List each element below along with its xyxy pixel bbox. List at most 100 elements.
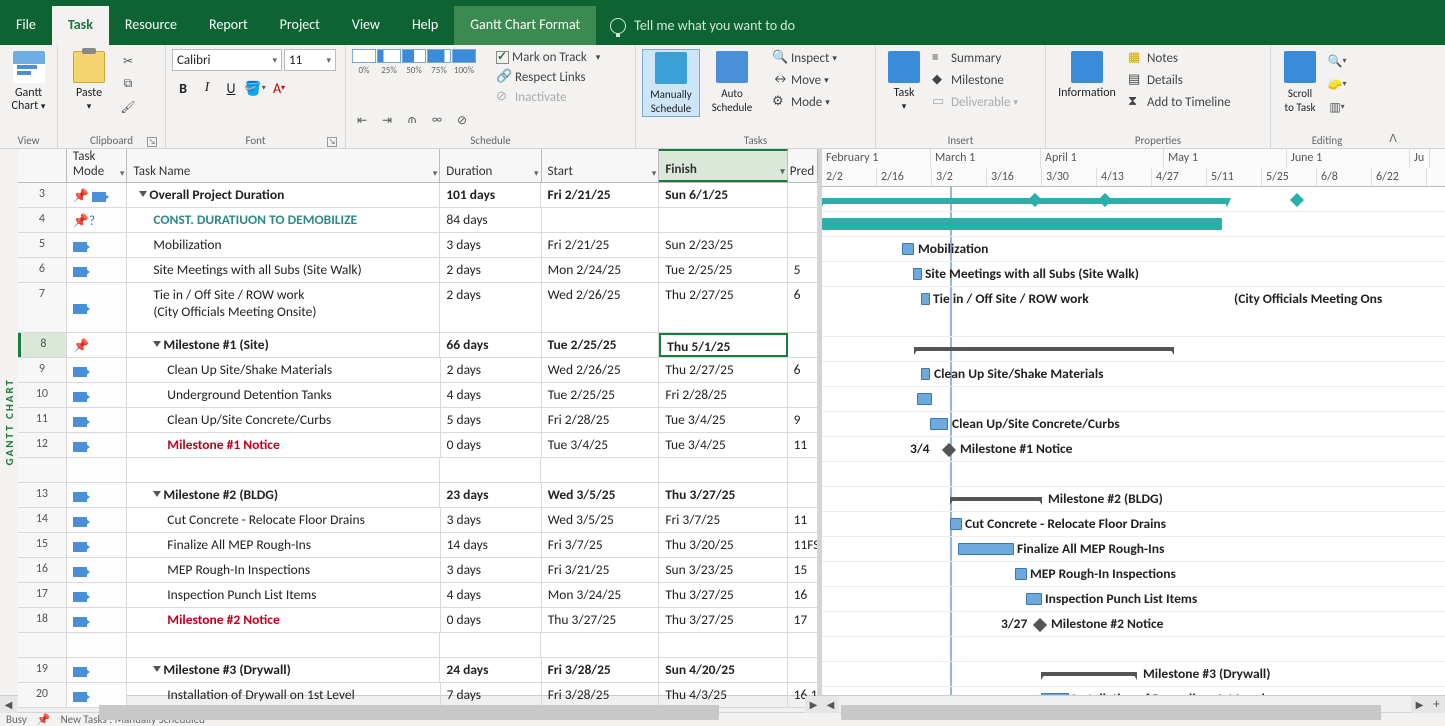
link-tasks-button[interactable]: ∞ xyxy=(427,110,447,130)
manually-schedule-button[interactable]: Manually Schedule xyxy=(642,49,700,117)
gantt-chart-button[interactable]: Gantt Chart ▾ xyxy=(6,49,51,113)
gantt-bar[interactable] xyxy=(1041,672,1137,676)
task-grid[interactable]: Task Mode▾ Task Name▾ Duration▾ Start▾ F… xyxy=(18,149,822,695)
tab-task[interactable]: Task xyxy=(52,6,109,45)
summary-button[interactable]: ≡Summary xyxy=(930,49,1020,67)
notes-button[interactable]: ▦Notes xyxy=(1126,49,1233,67)
col-start[interactable]: Start▾ xyxy=(542,149,660,182)
pct-100%[interactable]: 100% xyxy=(452,49,476,106)
col-mode[interactable]: Task Mode▾ xyxy=(67,149,128,182)
table-row[interactable] xyxy=(18,633,818,658)
italic-button[interactable]: I xyxy=(196,77,218,99)
gantt-timeline[interactable]: February 1March 1April 1May 1June 1Ju 2/… xyxy=(822,149,1445,695)
clear-button[interactable]: 🧽▾ xyxy=(1327,74,1347,94)
gantt-bar[interactable] xyxy=(917,393,932,405)
gantt-bar[interactable] xyxy=(914,347,1174,351)
table-row[interactable]: 3 📌 Overall Project Duration 101 days Fr… xyxy=(18,183,818,208)
pct-75%[interactable]: 75% xyxy=(427,49,451,106)
unlink-button[interactable]: ⊘ xyxy=(452,110,472,130)
scroll-left[interactable]: ◀ xyxy=(0,696,17,713)
table-row[interactable]: 15 Finalize All MEP Rough-Ins 14 days Fr… xyxy=(18,533,818,558)
gantt-bar[interactable] xyxy=(950,497,1042,501)
split-button[interactable]: ⫙ xyxy=(402,110,422,130)
table-row[interactable]: 12 Milestone #1 Notice 0 days Tue 3/4/25… xyxy=(18,433,818,458)
tab-project[interactable]: Project xyxy=(264,6,336,45)
table-row[interactable]: 11 Clean Up/Site Concrete/Curbs 5 days F… xyxy=(18,408,818,433)
mark-on-track-button[interactable]: Mark on Track ▾ xyxy=(494,49,602,66)
table-row[interactable]: 5 Mobilization 3 days Fri 2/21/25 Sun 2/… xyxy=(18,233,818,258)
scroll-left-2[interactable]: ◀ xyxy=(822,696,839,713)
find-button[interactable]: 🔍▾ xyxy=(1327,51,1347,71)
auto-schedule-button[interactable]: Auto Schedule xyxy=(704,49,760,115)
bold-button[interactable]: B xyxy=(172,77,194,99)
tab-gantt-chart-format[interactable]: Gantt Chart Format xyxy=(454,6,596,45)
table-row[interactable]: 17 Inspection Punch List Items 4 days Mo… xyxy=(18,583,818,608)
scroll-to-task-button[interactable]: Scroll to Task xyxy=(1277,49,1323,115)
information-button[interactable]: Information xyxy=(1052,49,1122,100)
gantt-bar[interactable] xyxy=(1015,568,1027,580)
col-name[interactable]: Task Name▾ xyxy=(127,149,440,182)
collapse-icon[interactable] xyxy=(139,191,147,197)
cut-button[interactable]: ✂ xyxy=(118,51,138,71)
scroll-right[interactable]: ▶ xyxy=(805,696,822,713)
tell-me[interactable]: Tell me what you want to do xyxy=(596,6,809,45)
table-row[interactable]: 13 Milestone #2 (BLDG) 23 days Wed 3/5/2… xyxy=(18,483,818,508)
milestone-button[interactable]: ◆Milestone xyxy=(930,71,1020,89)
gantt-bar[interactable] xyxy=(822,218,1222,230)
pct-0%[interactable]: 0% xyxy=(352,49,376,106)
copy-button[interactable]: ⧉ xyxy=(118,74,138,94)
gantt-bar[interactable] xyxy=(921,368,930,380)
table-row[interactable]: 10 Underground Detention Tanks 4 days Tu… xyxy=(18,383,818,408)
tab-resource[interactable]: Resource xyxy=(109,6,193,45)
tab-report[interactable]: Report xyxy=(193,6,264,45)
collapse-icon[interactable] xyxy=(153,666,161,672)
gantt-bar[interactable] xyxy=(1026,593,1042,605)
gantt-bar[interactable] xyxy=(902,243,914,255)
gantt-bar[interactable] xyxy=(1041,693,1069,695)
gantt-bar[interactable] xyxy=(921,293,930,305)
add-timeline-button[interactable]: ⧗Add to Timeline xyxy=(1126,93,1233,111)
gantt-bar[interactable] xyxy=(930,418,948,430)
pct-50%[interactable]: 50% xyxy=(402,49,426,106)
gantt-bar[interactable] xyxy=(822,198,1227,204)
font-launcher[interactable]: ↘ xyxy=(327,137,337,147)
table-row[interactable]: 14 Cut Concrete - Relocate Floor Drains … xyxy=(18,508,818,533)
col-pred[interactable]: Pred xyxy=(788,149,818,182)
col-rownum[interactable] xyxy=(18,149,67,182)
add-button[interactable]: + xyxy=(1428,696,1445,713)
col-finish[interactable]: Finish▾ xyxy=(659,149,787,182)
tab-file[interactable]: File xyxy=(0,6,52,45)
inactivate-button[interactable]: ⊘Inactivate xyxy=(494,88,602,106)
paste-button[interactable]: Paste▾ xyxy=(64,49,114,113)
outdent-button[interactable]: ⇤ xyxy=(352,110,372,130)
gantt-bar[interactable] xyxy=(913,268,922,280)
scroll-right-2[interactable]: ▶ xyxy=(1411,696,1428,713)
table-row[interactable] xyxy=(18,458,818,483)
fill-button[interactable]: ▥▾ xyxy=(1327,97,1347,117)
table-row[interactable]: 8 📌 Milestone #1 (Site) 66 days Tue 2/25… xyxy=(18,333,818,358)
collapse-ribbon[interactable]: ᐱ xyxy=(1383,132,1403,145)
deliverable-button[interactable]: ▭Deliverable ▾ xyxy=(930,93,1020,111)
details-button[interactable]: ▤Details xyxy=(1126,71,1233,89)
collapse-icon[interactable] xyxy=(153,341,161,347)
inspect-button[interactable]: 🔍Inspect ▾ xyxy=(770,49,839,67)
tab-help[interactable]: Help xyxy=(396,6,454,45)
table-row[interactable]: 4 📌? CONST. DURATIUON TO DEMOBILIZE 84 d… xyxy=(18,208,818,233)
table-row[interactable]: 19 Milestone #3 (Drywall) 24 days Fri 3/… xyxy=(18,658,818,683)
table-row[interactable]: 16 MEP Rough-In Inspections 3 days Fri 3… xyxy=(18,558,818,583)
font-color-button[interactable]: A▾ xyxy=(268,77,290,99)
mode-button[interactable]: ⚙Mode ▾ xyxy=(770,93,839,111)
pct-25%[interactable]: 25% xyxy=(377,49,401,106)
tab-view[interactable]: View xyxy=(336,6,396,45)
col-duration[interactable]: Duration▾ xyxy=(440,149,541,182)
gantt-bar[interactable] xyxy=(958,543,1014,555)
fill-color-button[interactable]: 🪣▾ xyxy=(244,77,266,99)
table-row[interactable]: 18 Milestone #2 Notice 0 days Thu 3/27/2… xyxy=(18,608,818,633)
clipboard-launcher[interactable]: ↘ xyxy=(147,137,157,147)
table-row[interactable]: 7 Tie in / Off Site / ROW work (City Off… xyxy=(18,283,818,333)
table-row[interactable]: 6 Site Meetings with all Subs (Site Walk… xyxy=(18,258,818,283)
move-button[interactable]: ↔Move ▾ xyxy=(770,71,839,89)
collapse-icon[interactable] xyxy=(153,491,161,497)
font-size-combo[interactable]: 11▾ xyxy=(284,49,336,71)
table-row[interactable]: 9 Clean Up Site/Shake Materials 2 days W… xyxy=(18,358,818,383)
